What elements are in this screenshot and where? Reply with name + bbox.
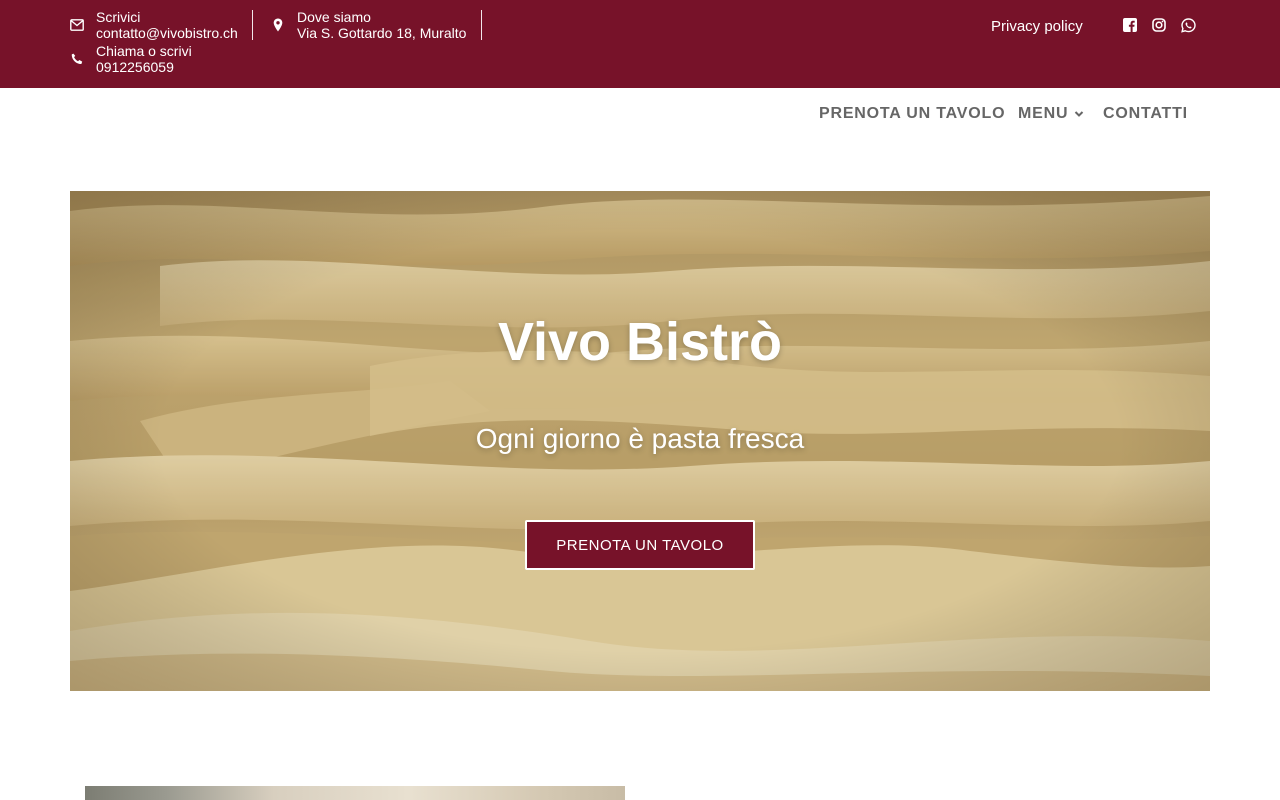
address-label: Dove siamo — [297, 9, 371, 25]
phone-value[interactable]: 0912256059 — [96, 59, 192, 75]
nav-label[interactable]: MENU — [1018, 105, 1068, 123]
address-value[interactable]: Via S. Gottardo 18, Muralto — [297, 25, 466, 41]
privacy-policy-link[interactable]: Privacy policy — [991, 18, 1083, 35]
hero-banner: Vivo Bistrò Ogni giorno è pasta fresca P… — [70, 191, 1210, 691]
book-table-button[interactable]: PRENOTA UN TAVOLO — [525, 520, 755, 570]
facebook-icon[interactable] — [1122, 17, 1138, 33]
nav-item-prenota[interactable]: PRENOTA UN TAVOLO — [819, 104, 1005, 124]
divider — [252, 10, 253, 40]
divider — [481, 10, 482, 40]
instagram-icon[interactable] — [1151, 17, 1167, 33]
nav-label[interactable]: PRENOTA UN TAVOLO — [819, 105, 1005, 123]
top-bar: Scrivici contatto@vivobistro.ch Dove sia… — [0, 0, 1280, 88]
hero-title: Vivo Bistrò — [497, 312, 783, 372]
chevron-down-icon — [1074, 110, 1084, 118]
section-image — [85, 786, 625, 800]
phone-label: Chiama o scrivi — [96, 43, 192, 59]
whatsapp-icon[interactable] — [1180, 17, 1196, 33]
email-value[interactable]: contatto@vivobistro.ch — [96, 25, 238, 41]
nav-item-contatti[interactable]: CONTATTI — [1103, 104, 1188, 124]
contact-email[interactable]: Scrivici contatto@vivobistro.ch — [70, 9, 238, 41]
envelope-icon — [70, 18, 84, 32]
nav-label[interactable]: CONTATTI — [1103, 105, 1188, 123]
map-pin-icon — [271, 18, 285, 32]
hero-subtitle: Ogni giorno è pasta fresca — [475, 423, 805, 454]
email-label: Scrivici — [96, 9, 141, 25]
phone-icon — [70, 52, 84, 66]
contact-phone[interactable]: Chiama o scrivi 0912256059 — [70, 43, 192, 75]
contact-address[interactable]: Dove siamo Via S. Gottardo 18, Muralto — [271, 9, 466, 41]
nav-item-menu[interactable]: MENU — [1018, 104, 1084, 124]
